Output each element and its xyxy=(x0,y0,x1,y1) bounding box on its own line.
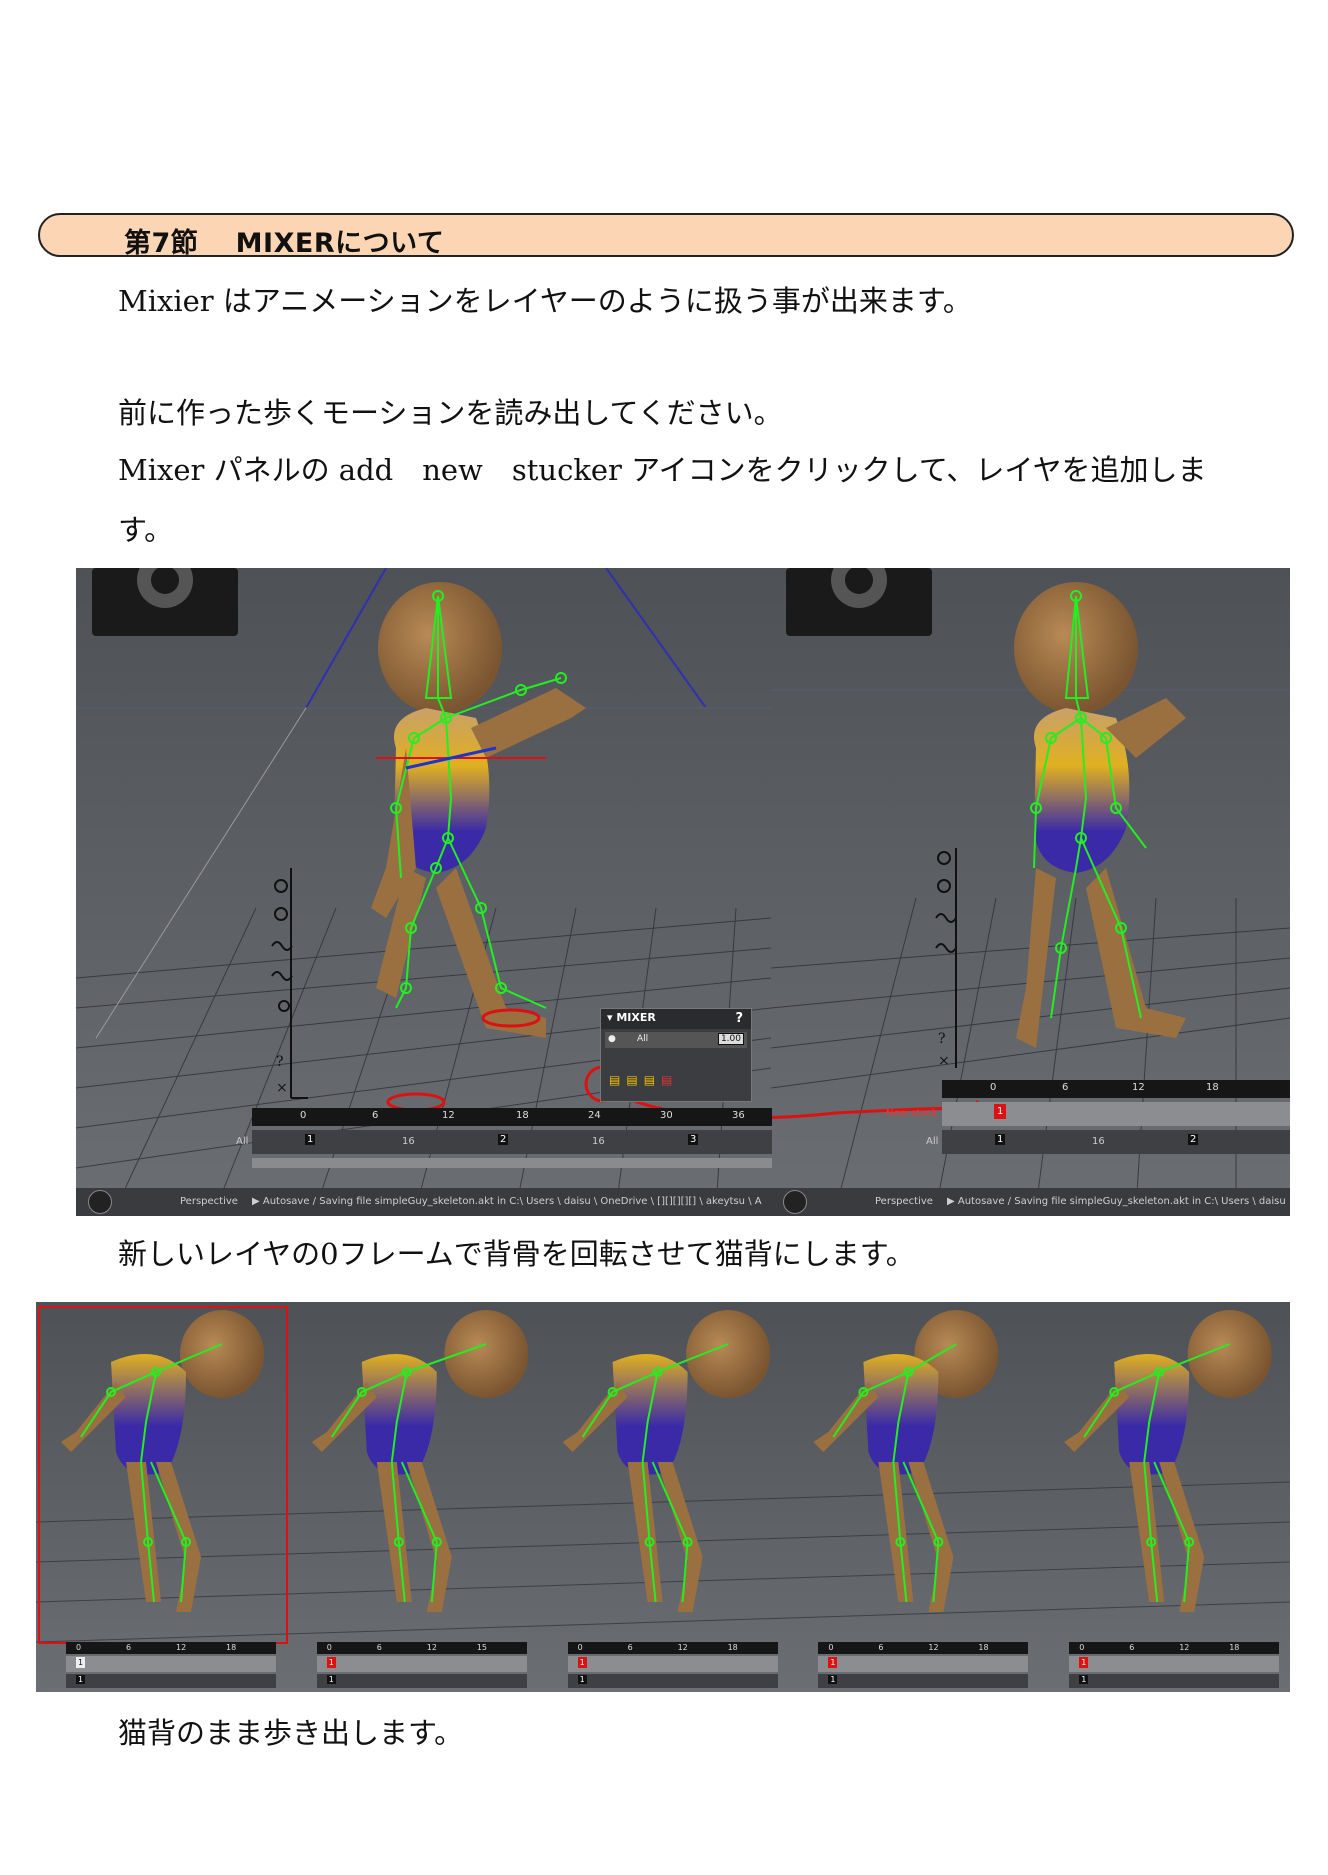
svg-text:?: ? xyxy=(938,1031,946,1047)
tick-label: 12 xyxy=(1179,1643,1190,1652)
tick-label: 6 xyxy=(1062,1082,1069,1093)
tick-label: 18 xyxy=(978,1643,989,1652)
timeline-right: 0 6 12 18 New stack 1 All 1 16 2 xyxy=(886,1080,1290,1162)
tick-label: 6 xyxy=(376,1643,382,1652)
svg-text:×: × xyxy=(276,1080,288,1096)
tick-label: 6 xyxy=(372,1110,379,1121)
new-stack-keyframe[interactable]: 1 xyxy=(326,1657,336,1668)
tick-label: 18 xyxy=(226,1643,237,1652)
mixer-screenshot: ? × ? × ▾ MIXER ? ● All 1.00 ▤▤▤▤ 0 6 12… xyxy=(76,568,1290,1216)
tick-label: 0 xyxy=(990,1082,997,1093)
track-label-all: All xyxy=(926,1136,939,1147)
frame-timeline: 0 6 12 18 1 1 xyxy=(567,1642,778,1690)
svg-text:?: ? xyxy=(276,1054,284,1070)
timeline-left: 0 6 12 18 24 30 36 All 1 16 2 16 3 xyxy=(236,1108,772,1170)
frame-timeline: 0 6 12 18 1 1 xyxy=(66,1642,276,1690)
tick-label: 6 xyxy=(878,1643,884,1652)
mixer-help-button[interactable]: ? xyxy=(735,1011,743,1026)
duplicate-stack-icon[interactable]: ▤ xyxy=(626,1073,643,1087)
keyframe[interactable]: 2 xyxy=(1188,1134,1199,1145)
tick-label: 0 xyxy=(577,1643,583,1652)
paragraph-intro: Mixier はアニメーションをレイヤーのように扱う事が出来ます。 xyxy=(118,284,972,318)
frame-timeline: 0 6 12 18 1 1 xyxy=(818,1642,1029,1690)
span-label: 16 xyxy=(402,1136,415,1147)
tick-label: 6 xyxy=(627,1643,633,1652)
status-bar-left: Perspective ▶ Autosave / Saving file sim… xyxy=(76,1188,771,1216)
keyframe[interactable]: 1 xyxy=(326,1675,336,1684)
view-label: Perspective xyxy=(180,1196,238,1207)
tick-label: 6 xyxy=(1129,1643,1135,1652)
keyframe[interactable]: 1 xyxy=(76,1675,86,1684)
tick-label: 12 xyxy=(176,1643,187,1652)
paragraph-rotate: 新しいレイヤの0フレームで背骨を回転させて猫背にします。 xyxy=(118,1237,915,1271)
paragraph-load: 前に作った歩くモーションを読み出してください。 xyxy=(118,396,783,430)
tick-label: 0 xyxy=(828,1643,834,1652)
mixer-layer-weight[interactable]: 1.00 xyxy=(717,1033,744,1045)
mixer-title: ▾ MIXER xyxy=(607,1011,656,1024)
tick-label: 0 xyxy=(300,1110,307,1121)
keyframe[interactable]: 1 xyxy=(305,1134,316,1145)
new-stack-keyframe[interactable]: 1 xyxy=(76,1657,86,1668)
status-text: ▶ Autosave / Saving file simpleGuy_skele… xyxy=(252,1196,762,1207)
tick-label: 0 xyxy=(1079,1643,1085,1652)
tick-label: 12 xyxy=(426,1643,437,1652)
tick-label: 36 xyxy=(732,1110,745,1121)
tick-label: 12 xyxy=(1132,1082,1145,1093)
keyframe[interactable]: 1 xyxy=(1079,1675,1089,1684)
keyframe[interactable]: 3 xyxy=(688,1134,699,1145)
status-text: ▶ Autosave / Saving file simpleGuy_skele… xyxy=(947,1196,1286,1207)
view-label: Perspective xyxy=(875,1196,933,1207)
tick-label: 18 xyxy=(1206,1082,1219,1093)
new-stack-keyframe[interactable]: 1 xyxy=(1079,1657,1089,1668)
tick-label: 18 xyxy=(727,1643,738,1652)
keyframe[interactable]: 1 xyxy=(577,1675,587,1684)
tick-label: 0 xyxy=(76,1643,82,1652)
frame-timeline: 0 6 12 15 1 1 xyxy=(316,1642,527,1690)
paragraph-add-line1: Mixer パネルの add new stucker アイコンをクリックして、レ… xyxy=(118,453,1207,487)
frame-highlight xyxy=(38,1306,288,1644)
tick-label: 12 xyxy=(928,1643,939,1652)
keyframe[interactable]: 1 xyxy=(995,1134,1006,1145)
layout-icon[interactable] xyxy=(783,1190,807,1214)
track-label-new-stack: New stack xyxy=(886,1108,938,1119)
frame-timeline: 0 6 12 18 1 1 xyxy=(1069,1642,1280,1690)
tick-label: 30 xyxy=(660,1110,673,1121)
tick-label: 6 xyxy=(126,1643,132,1652)
layout-icon[interactable] xyxy=(88,1190,112,1214)
add-new-stack-icon[interactable]: ▤ xyxy=(609,1073,626,1087)
section-title: 第7節 MIXERについて xyxy=(124,228,445,259)
mixer-panel: ▾ MIXER ? ● All 1.00 ▤▤▤▤ xyxy=(600,1008,752,1102)
new-stack-keyframe[interactable]: 1 xyxy=(828,1657,838,1668)
tick-label: 18 xyxy=(1229,1643,1240,1652)
tick-label: 24 xyxy=(588,1110,601,1121)
paragraph-add-line2: す。 xyxy=(118,513,174,547)
tick-label: 12 xyxy=(677,1643,688,1652)
keyframe[interactable]: 1 xyxy=(828,1675,838,1684)
new-stack-keyframe[interactable]: 1 xyxy=(577,1657,587,1668)
tick-label: 12 xyxy=(442,1110,455,1121)
delete-stack-icon[interactable]: ▤ xyxy=(661,1073,678,1087)
keyframe[interactable]: 2 xyxy=(498,1134,509,1145)
tick-label: 18 xyxy=(516,1110,529,1121)
eye-icon[interactable]: ● xyxy=(608,1034,616,1044)
track-label-all: All xyxy=(236,1136,249,1147)
posture-strip: 0 6 12 18 1 1 0 6 12 15 1 1 0 6 12 18 1 1 0 6 12 18 1 1 0 6 12 18 1 1 xyxy=(36,1302,1290,1692)
span-label: 16 xyxy=(592,1136,605,1147)
status-bar-right: Perspective ▶ Autosave / Saving file sim… xyxy=(771,1188,1290,1216)
section-header: 第7節 MIXERについて xyxy=(38,213,1294,259)
merge-stack-icon[interactable]: ▤ xyxy=(644,1073,661,1087)
span-label: 16 xyxy=(1092,1136,1105,1147)
tick-label: 0 xyxy=(326,1643,332,1652)
new-stack-keyframe[interactable]: 1 xyxy=(994,1104,1007,1119)
tick-label: 15 xyxy=(476,1643,487,1652)
svg-text:×: × xyxy=(938,1053,950,1069)
paragraph-walk: 猫背のまま歩き出します。 xyxy=(118,1716,464,1750)
mixer-layer-name: All xyxy=(637,1034,649,1044)
